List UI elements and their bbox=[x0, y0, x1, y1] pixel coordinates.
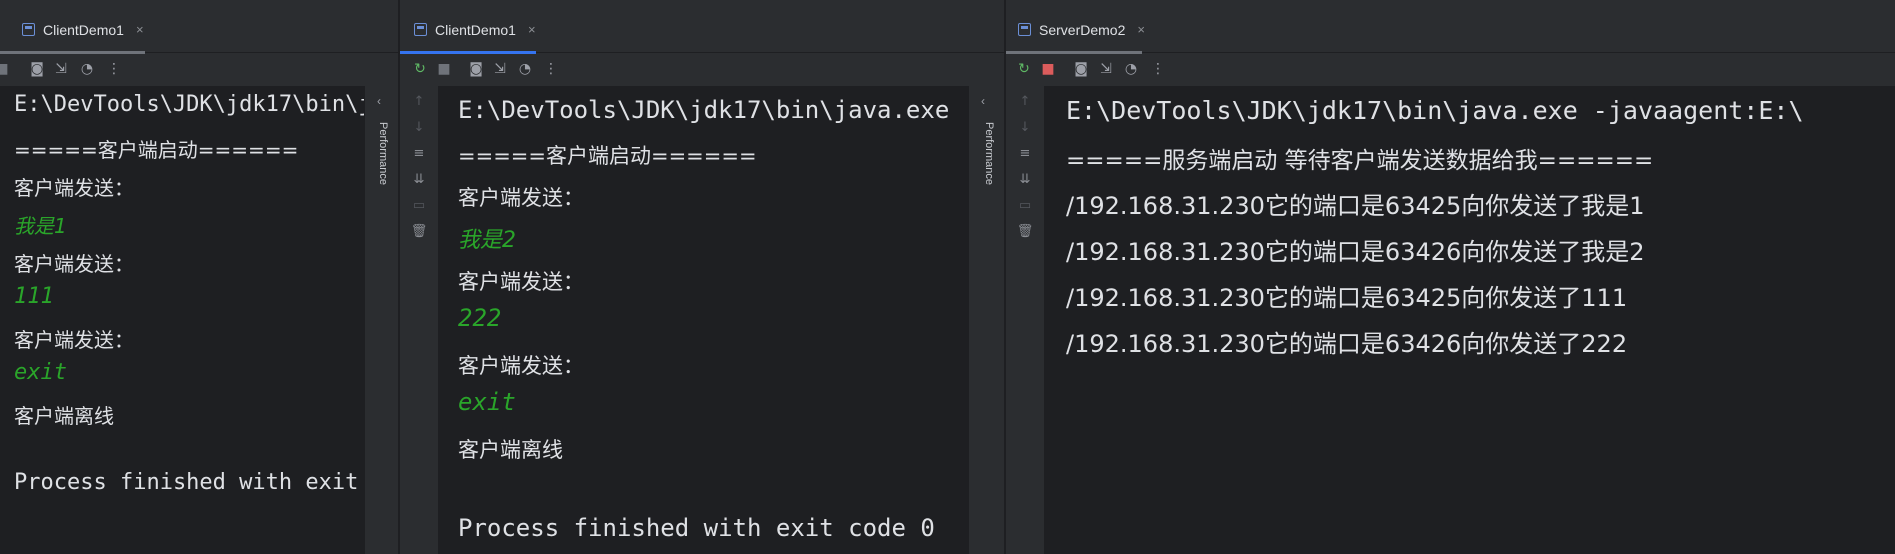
up-arrow-icon[interactable]: ↑ bbox=[410, 94, 428, 109]
soft-wrap-icon[interactable]: ≡ bbox=[410, 146, 428, 161]
run-pane-3: ServerDemo2 × ↻ ■ ◙ ⇲ ◔ ⋮ ↑ ↓ ≡ ⇊ ▭ 🗑 E:… bbox=[1006, 0, 1895, 554]
run-pane-1: ClientDemo1 × ■ ◙ ⇲ ◔ ⋮ E:\DevTools\JDK\… bbox=[0, 0, 398, 554]
tab-label: ServerDemo2 bbox=[1039, 21, 1126, 38]
toolbar: ■ ◙ ⇲ ◔ ⋮ bbox=[0, 53, 398, 85]
application-icon bbox=[1018, 23, 1031, 36]
close-icon[interactable]: × bbox=[528, 22, 536, 37]
tab-label: ClientDemo1 bbox=[43, 21, 124, 38]
tab-bar: ClientDemo1 × bbox=[400, 9, 1004, 54]
trash-icon[interactable]: 🗑 bbox=[1016, 224, 1034, 239]
toolbar: ↻ ■ ◙ ⇲ ◔ ⋮ bbox=[400, 53, 1004, 85]
camera-icon[interactable]: ◙ bbox=[28, 60, 46, 78]
console-line: Process finished with exit code 0 bbox=[14, 470, 359, 495]
console-output[interactable]: E:\DevTools\JDK\jdk17\bin\java.exe =====… bbox=[0, 86, 364, 554]
trash-icon[interactable]: 🗑 bbox=[410, 224, 428, 239]
soft-wrap-icon[interactable]: ≡ bbox=[1016, 146, 1034, 161]
console-line: 客户端发送： bbox=[458, 186, 584, 210]
console-line: Process finished with exit code 0 bbox=[458, 514, 935, 542]
console-line: 客户端离线 bbox=[458, 438, 563, 462]
console-line: E:\DevTools\JDK\jdk17\bin\java.exe bbox=[14, 92, 364, 117]
console-line: 客户端发送： bbox=[14, 328, 134, 352]
more-icon[interactable]: ⋮ bbox=[1149, 60, 1167, 78]
console-output[interactable]: E:\DevTools\JDK\jdk17\bin\java.exe -java… bbox=[1044, 86, 1895, 554]
tab-serverdemo2[interactable]: ServerDemo2 × bbox=[1018, 9, 1145, 50]
up-arrow-icon[interactable]: ↑ bbox=[1016, 94, 1034, 109]
rerun-icon[interactable]: ↻ bbox=[1015, 60, 1033, 78]
stop-icon[interactable]: ■ bbox=[1039, 60, 1057, 78]
print-icon[interactable]: ▭ bbox=[1016, 198, 1034, 213]
toolbar: ↻ ■ ◙ ⇲ ◔ ⋮ bbox=[1006, 53, 1895, 85]
scroll-to-end-icon[interactable]: ⇊ bbox=[410, 172, 428, 187]
camera-icon[interactable]: ◙ bbox=[1072, 60, 1090, 78]
console-line: exit bbox=[458, 388, 516, 416]
console-line: /192.168.31.230它的端口是63425向你发送了111 bbox=[1066, 284, 1628, 312]
close-icon[interactable]: × bbox=[1137, 22, 1145, 37]
print-icon[interactable]: ▭ bbox=[410, 198, 428, 213]
export-icon[interactable]: ⇲ bbox=[491, 60, 509, 78]
stop-icon[interactable]: ■ bbox=[435, 60, 453, 78]
chevron-left-icon[interactable]: ‹ bbox=[377, 94, 381, 108]
performance-sidebar[interactable]: ‹ Performance bbox=[364, 86, 398, 554]
down-arrow-icon[interactable]: ↓ bbox=[1016, 120, 1034, 135]
console-line: 客户端发送： bbox=[458, 270, 584, 294]
performance-label: Performance bbox=[983, 122, 995, 185]
down-arrow-icon[interactable]: ↓ bbox=[410, 120, 428, 135]
console-line: 客户端发送： bbox=[14, 252, 134, 276]
application-icon bbox=[414, 23, 427, 36]
profiler-icon[interactable]: ◔ bbox=[516, 60, 534, 78]
scroll-to-end-icon[interactable]: ⇊ bbox=[1016, 172, 1034, 187]
console-output[interactable]: E:\DevTools\JDK\jdk17\bin\java.exe =====… bbox=[438, 86, 968, 554]
console-line: 我是1 bbox=[14, 214, 67, 238]
run-pane-2: ClientDemo1 × ↻ ■ ◙ ⇲ ◔ ⋮ ↑ ↓ ≡ ⇊ ▭ 🗑 E:… bbox=[400, 0, 1004, 554]
console-line: E:\DevTools\JDK\jdk17\bin\java.exe -java… bbox=[1066, 96, 1804, 125]
stop-icon[interactable]: ■ bbox=[0, 60, 11, 78]
console-line: =====服务端启动 等待客户端发送数据给我====== bbox=[1066, 148, 1654, 174]
console-line: /192.168.31.230它的端口是63426向你发送了我是2 bbox=[1066, 238, 1645, 266]
console-line: E:\DevTools\JDK\jdk17\bin\java.exe bbox=[458, 96, 950, 124]
tab-bar: ServerDemo2 × bbox=[1006, 9, 1895, 54]
profiler-icon[interactable]: ◔ bbox=[78, 60, 96, 78]
console-line: /192.168.31.230它的端口是63425向你发送了我是1 bbox=[1066, 192, 1645, 220]
tab-clientdemo1-first[interactable]: ClientDemo1 × bbox=[22, 9, 144, 50]
console-line: 111 bbox=[14, 284, 54, 309]
console-line: 我是2 bbox=[458, 228, 516, 253]
more-icon[interactable]: ⋮ bbox=[542, 60, 560, 78]
camera-icon[interactable]: ◙ bbox=[467, 60, 485, 78]
profiler-icon[interactable]: ◔ bbox=[1122, 60, 1140, 78]
console-line: exit bbox=[14, 360, 67, 385]
console-actions-gutter: ↑ ↓ ≡ ⇊ ▭ 🗑 bbox=[400, 86, 438, 554]
performance-sidebar[interactable]: ‹ Performance bbox=[968, 86, 1004, 554]
console-line: 客户端发送： bbox=[458, 354, 584, 378]
console-line: 客户端离线 bbox=[14, 404, 114, 428]
console-line: 客户端发送： bbox=[14, 176, 134, 200]
export-icon[interactable]: ⇲ bbox=[52, 60, 70, 78]
more-icon[interactable]: ⋮ bbox=[105, 60, 123, 78]
tab-bar: ClientDemo1 × bbox=[0, 9, 398, 54]
application-icon bbox=[22, 23, 35, 36]
tab-label: ClientDemo1 bbox=[435, 21, 516, 38]
console-line: /192.168.31.230它的端口是63426向你发送了222 bbox=[1066, 330, 1628, 358]
console-line: =====客户端启动====== bbox=[458, 144, 757, 168]
chevron-left-icon[interactable]: ‹ bbox=[981, 94, 985, 108]
close-icon[interactable]: × bbox=[136, 22, 144, 37]
export-icon[interactable]: ⇲ bbox=[1097, 60, 1115, 78]
rerun-icon[interactable]: ↻ bbox=[411, 60, 429, 78]
console-line: =====客户端启动====== bbox=[14, 138, 299, 162]
performance-label: Performance bbox=[377, 122, 389, 185]
console-line: 222 bbox=[458, 304, 502, 332]
console-actions-gutter: ↑ ↓ ≡ ⇊ ▭ 🗑 bbox=[1006, 86, 1044, 554]
tab-clientdemo1-second[interactable]: ClientDemo1 × bbox=[414, 9, 536, 50]
